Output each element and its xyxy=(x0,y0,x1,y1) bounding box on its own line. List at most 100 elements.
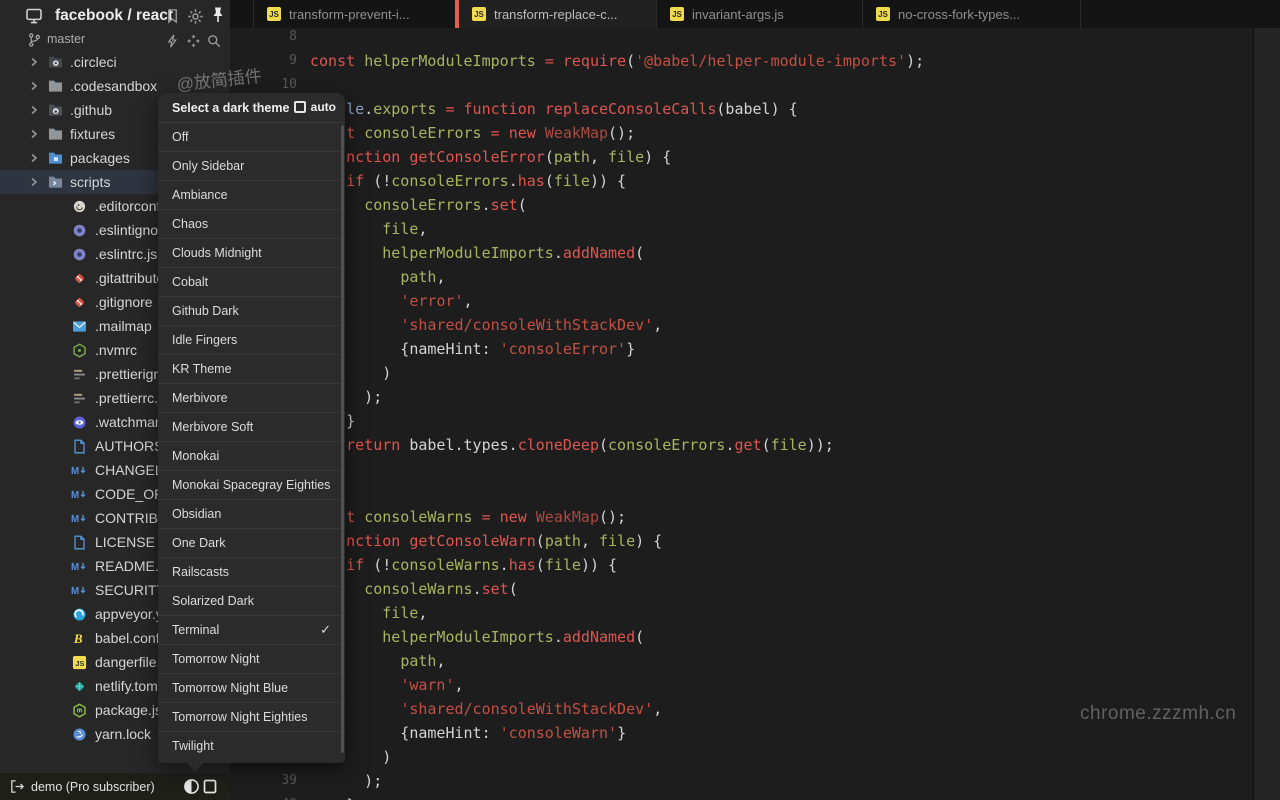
code-line-10[interactable]: 10 xyxy=(230,73,1253,97)
lightning-icon[interactable] xyxy=(163,32,181,50)
code-line-39[interactable]: 39 ); xyxy=(230,769,1253,793)
tree-item-label: scripts xyxy=(70,174,110,190)
theme-option-merbivore-soft[interactable]: Merbivore Soft xyxy=(158,413,345,442)
svg-text:JS: JS xyxy=(75,658,84,667)
theme-option-label: Tomorrow Night Eighties xyxy=(172,710,307,724)
code-line-33[interactable]: 33 helperModuleImports.addNamed( xyxy=(230,625,1253,649)
theme-option-obsidian[interactable]: Obsidian xyxy=(158,500,345,529)
theme-option-monokai[interactable]: Monokai xyxy=(158,442,345,471)
code-line-25[interactable]: 25 return babel.types.cloneDeep(consoleE… xyxy=(230,433,1253,457)
theme-option-idle-fingers[interactable]: Idle Fingers xyxy=(158,326,345,355)
code-line-28[interactable]: 28 let consoleWarns = new WeakMap(); xyxy=(230,505,1253,529)
theme-option-tomorrow-night[interactable]: Tomorrow Night xyxy=(158,645,345,674)
code-line-34[interactable]: 34 path, xyxy=(230,649,1253,673)
auto-checkbox-box[interactable] xyxy=(294,101,306,113)
code-line-40[interactable]: 40 } xyxy=(230,793,1253,800)
theme-option-only-sidebar[interactable]: Only Sidebar xyxy=(158,152,345,181)
code-line-13[interactable]: 13 function getConsoleError(path, file) … xyxy=(230,145,1253,169)
tab-transform-prevent-i[interactable]: JStransform-prevent-i... xyxy=(254,0,455,28)
exit-icon[interactable] xyxy=(9,779,25,794)
code-line-8[interactable]: 8 xyxy=(230,28,1253,49)
app-window: 7'use strict';89const helperModuleImport… xyxy=(0,0,1280,800)
code-line-20[interactable]: 20 'shared/consoleWithStackDev', xyxy=(230,313,1253,337)
code-line-32[interactable]: 32 file, xyxy=(230,601,1253,625)
code-line-38[interactable]: 38 ) xyxy=(230,745,1253,769)
auto-checkbox[interactable]: auto xyxy=(294,100,336,114)
code-editor[interactable]: 7'use strict';89const helperModuleImport… xyxy=(230,28,1253,800)
theme-option-tomorrow-night-eighties[interactable]: Tomorrow Night Eighties xyxy=(158,703,345,732)
editorconfig-icon xyxy=(71,198,87,214)
theme-option-ambiance[interactable]: Ambiance xyxy=(158,181,345,210)
fit-icon[interactable] xyxy=(184,32,202,50)
theme-option-off[interactable]: Off xyxy=(158,123,345,152)
code-line-23[interactable]: 23 ); xyxy=(230,385,1253,409)
chevron-right-icon[interactable] xyxy=(28,80,40,92)
chevron-right-icon[interactable] xyxy=(28,152,40,164)
code-line-19[interactable]: 19 'error', xyxy=(230,289,1253,313)
folder-circleci-icon xyxy=(47,54,63,70)
line-number: 39 xyxy=(230,769,297,793)
tab-no-cross-fork-types[interactable]: JSno-cross-fork-types... xyxy=(863,0,1080,28)
theme-option-kr-theme[interactable]: KR Theme xyxy=(158,355,345,384)
theme-option-label: Solarized Dark xyxy=(172,594,254,608)
theme-option-label: KR Theme xyxy=(172,362,232,376)
code-text: helperModuleImports.addNamed( xyxy=(310,241,644,265)
tree-item-label: .eslintrc.js xyxy=(95,246,157,262)
tab-invariant-args-js[interactable]: JSinvariant-args.js xyxy=(657,0,862,28)
check-icon: ✓ xyxy=(320,622,331,638)
code-line-14[interactable]: 14 if (!consoleErrors.has(file)) { xyxy=(230,169,1253,193)
code-text: const helperModuleImports = require('@ba… xyxy=(310,49,924,73)
code-line-31[interactable]: 31 consoleWarns.set( xyxy=(230,577,1253,601)
code-line-27[interactable]: 27 xyxy=(230,481,1253,505)
code-line-21[interactable]: 21 {nameHint: 'consoleError'} xyxy=(230,337,1253,361)
chevron-right-icon[interactable] xyxy=(28,56,40,68)
code-line-29[interactable]: 29 function getConsoleWarn(path, file) { xyxy=(230,529,1253,553)
code-line-12[interactable]: 12 let consoleErrors = new WeakMap(); xyxy=(230,121,1253,145)
code-line-24[interactable]: 24 } xyxy=(230,409,1253,433)
code-line-26[interactable]: 26 } xyxy=(230,457,1253,481)
tab-transform-replace-c[interactable]: JStransform-replace-c... xyxy=(459,0,656,28)
contrast-icon[interactable] xyxy=(183,778,200,795)
theme-option-clouds-midnight[interactable]: Clouds Midnight xyxy=(158,239,345,268)
account-label[interactable]: demo (Pro subscriber) xyxy=(31,780,155,794)
code-line-11[interactable]: 11module.exports = function replaceConso… xyxy=(230,97,1253,121)
chevron-right-icon[interactable] xyxy=(28,128,40,140)
folder-plain-icon xyxy=(47,78,63,94)
theme-option-tomorrow-night-blue[interactable]: Tomorrow Night Blue xyxy=(158,674,345,703)
pin-icon[interactable] xyxy=(209,6,227,24)
theme-option-solarized-dark[interactable]: Solarized Dark xyxy=(158,587,345,616)
watchman-icon xyxy=(71,414,87,430)
theme-option-label: Chaos xyxy=(172,217,208,231)
code-text: 'shared/consoleWithStackDev', xyxy=(310,697,662,721)
tree-item-label: yarn.lock xyxy=(95,726,151,742)
chevron-right-icon[interactable] xyxy=(28,104,40,116)
theme-option-railscasts[interactable]: Railscasts xyxy=(158,558,345,587)
code-line-22[interactable]: 22 ) xyxy=(230,361,1253,385)
code-line-15[interactable]: 15 consoleErrors.set( xyxy=(230,193,1253,217)
search-icon[interactable] xyxy=(205,32,223,50)
theme-option-terminal[interactable]: Terminal✓ xyxy=(158,616,345,645)
theme-option-monokai-spacegray-eighties[interactable]: Monokai Spacegray Eighties xyxy=(158,471,345,500)
theme-option-one-dark[interactable]: One Dark xyxy=(158,529,345,558)
square-icon[interactable] xyxy=(202,778,218,795)
svg-text:M: M xyxy=(71,586,79,597)
theme-option-merbivore[interactable]: Merbivore xyxy=(158,384,345,413)
tree-item-label: .nvmrc xyxy=(95,342,137,358)
gear-icon[interactable] xyxy=(186,7,204,25)
code-line-30[interactable]: 30 if (!consoleWarns.has(file)) { xyxy=(230,553,1253,577)
theme-option-cobalt[interactable]: Cobalt xyxy=(158,268,345,297)
bookmark-icon[interactable] xyxy=(163,7,181,25)
theme-option-label: Monokai Spacegray Eighties xyxy=(172,478,330,492)
tree-item-circleci[interactable]: .circleci xyxy=(0,50,230,74)
code-line-35[interactable]: 35 'warn', xyxy=(230,673,1253,697)
menu-scrollbar[interactable] xyxy=(341,125,344,753)
code-line-17[interactable]: 17 helperModuleImports.addNamed( xyxy=(230,241,1253,265)
theme-option-github-dark[interactable]: Github Dark xyxy=(158,297,345,326)
code-line-18[interactable]: 18 path, xyxy=(230,265,1253,289)
code-line-16[interactable]: 16 file, xyxy=(230,217,1253,241)
chevron-right-icon[interactable] xyxy=(28,176,40,188)
theme-option-twilight[interactable]: Twilight xyxy=(158,732,345,761)
code-line-9[interactable]: 9const helperModuleImports = require('@b… xyxy=(230,49,1253,73)
theme-option-chaos[interactable]: Chaos xyxy=(158,210,345,239)
svg-text:M: M xyxy=(71,466,79,477)
